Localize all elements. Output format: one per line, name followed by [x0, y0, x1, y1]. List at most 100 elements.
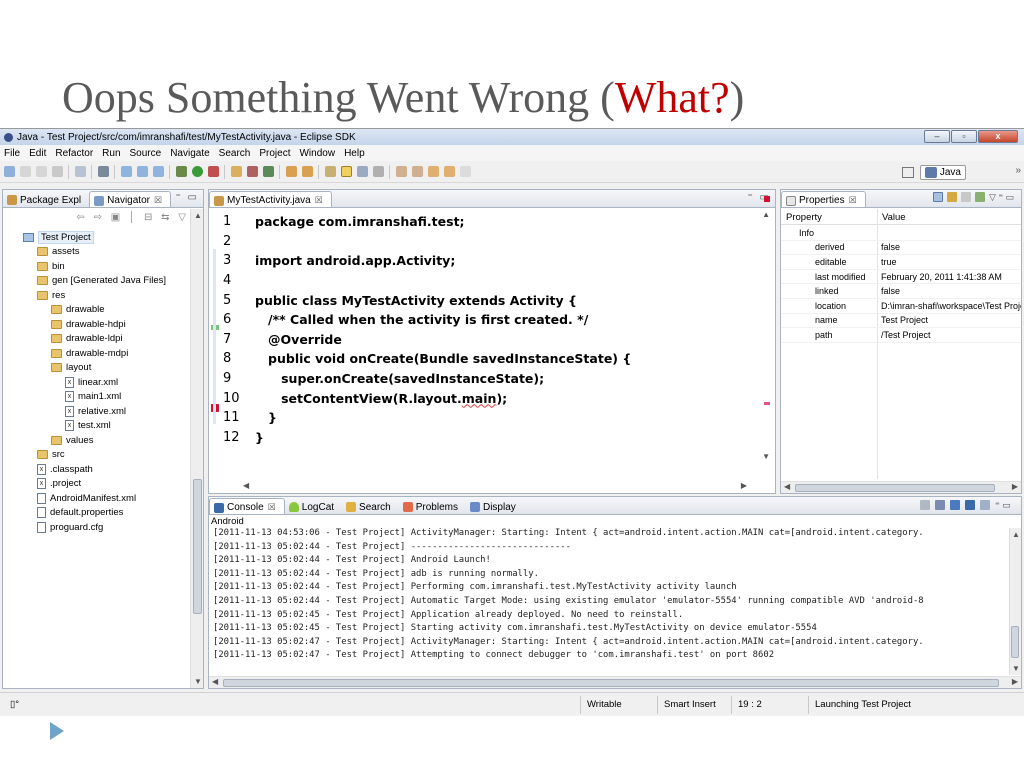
tree-item[interactable]: x test.xml	[3, 419, 189, 434]
scroll-thumb[interactable]	[1011, 626, 1019, 658]
view-menu-icon[interactable]: ▽ ⁼ ▭	[989, 192, 1017, 202]
scroll-up-icon[interactable]: ▲	[1012, 530, 1020, 539]
menu-source[interactable]: Source	[130, 148, 162, 159]
menu-project[interactable]: Project	[259, 148, 290, 159]
toggle-mark-occurrences-icon[interactable]	[325, 166, 336, 177]
tree-item[interactable]: src	[3, 448, 189, 463]
scroll-down-icon[interactable]: ▼	[1012, 664, 1020, 673]
code-area[interactable]: 1 package com.imranshafi.test; 2 3 import an…	[223, 212, 755, 447]
restore-button[interactable]: ▫	[951, 130, 977, 143]
advanced-icon[interactable]	[961, 192, 971, 202]
android-sdk-icon[interactable]	[98, 166, 109, 177]
close-icon[interactable]: ☒	[849, 195, 857, 206]
tree-item[interactable]: bin	[3, 259, 189, 274]
navigator-toolbar[interactable]: ⇦ ⇨ ▣ │ ⊟ ⇆ ▽	[76, 212, 189, 223]
tab-search[interactable]: Search	[342, 498, 399, 514]
code-line[interactable]: 1 package com.imranshafi.test;	[223, 212, 755, 232]
property-row[interactable]: last modified February 20, 2011 1:41:38 A…	[781, 270, 1021, 285]
menu-run[interactable]: Run	[102, 148, 120, 159]
filter-icon[interactable]	[947, 192, 957, 202]
run-icon[interactable]	[192, 166, 203, 177]
tree-item[interactable]: drawable	[3, 303, 189, 318]
tree-item[interactable]: drawable-mdpi	[3, 346, 189, 361]
code-line[interactable]: 6 /** Called when the activity is first …	[223, 310, 755, 330]
property-row[interactable]: path/Test Project	[781, 328, 1021, 343]
pencil-icon[interactable]	[302, 166, 313, 177]
scroll-thumb[interactable]	[795, 484, 995, 492]
tab-editor-file[interactable]: MyTestActivity.java ☒	[209, 191, 332, 207]
prev-annotation-icon[interactable]	[412, 166, 423, 177]
scroll-left-icon[interactable]: ◀	[784, 482, 790, 491]
scroll-thumb[interactable]	[223, 679, 999, 687]
tab-package-explorer[interactable]: Package Expl	[3, 191, 89, 207]
toggle-highlight-icon[interactable]	[341, 166, 352, 177]
tree-item[interactable]: Test Project	[3, 230, 189, 245]
close-icon[interactable]: ☒	[268, 502, 276, 513]
menu-navigate[interactable]: Navigate	[170, 148, 209, 159]
code-line[interactable]: 8 public void onCreate(Bundle savedInsta…	[223, 349, 755, 369]
column-header-value[interactable]: Value	[877, 209, 911, 224]
console-vscrollbar[interactable]: ▲ ▼	[1009, 528, 1021, 675]
build-icon[interactable]	[75, 166, 86, 177]
scroll-up-icon[interactable]: ▲	[762, 210, 770, 219]
console-output[interactable]: [2011-11-13 04:53:06 - Test Project] Act…	[213, 528, 1003, 664]
tab-navigator[interactable]: Navigator ☒	[89, 191, 172, 207]
block-selection-icon[interactable]	[357, 166, 368, 177]
tree-item[interactable]: x linear.xml	[3, 375, 189, 390]
panel-minmax[interactable]: ⁼ ▭	[175, 192, 199, 203]
property-row[interactable]: location D:\imran-shafi\workspace\Test Pr…	[781, 299, 1021, 314]
menu-refactor[interactable]: Refactor	[55, 148, 93, 159]
editor-hscrollbar[interactable]: ◀ ▶	[223, 481, 757, 493]
new-package-icon[interactable]	[137, 166, 148, 177]
back-icon[interactable]	[444, 166, 455, 177]
scroll-thumb[interactable]	[193, 479, 202, 614]
panel-minmax[interactable]: ⁼ ▭	[995, 500, 1017, 510]
tab-problems[interactable]: Problems	[399, 498, 466, 514]
properties-hscrollbar[interactable]: ◀ ▶	[781, 481, 1021, 493]
error-token[interactable]: main	[462, 391, 497, 406]
code-line[interactable]: 3 import android.app.Activity;	[223, 251, 755, 271]
new-icon[interactable]	[4, 166, 15, 177]
print-icon[interactable]	[52, 166, 63, 177]
perspective-java-button[interactable]: Java	[919, 165, 966, 180]
tree-item[interactable]: proguard.cfg	[3, 520, 189, 535]
tree-item[interactable]: assets	[3, 245, 189, 260]
tree-item[interactable]: x .project	[3, 477, 189, 492]
status-progress[interactable]: Launching Test Project	[815, 699, 911, 710]
toolbar-overflow[interactable]: »	[1015, 165, 1021, 176]
open-type-icon[interactable]	[231, 166, 242, 177]
console-hscrollbar[interactable]: ◀ ▶	[209, 676, 1021, 688]
property-row[interactable]: derived false	[781, 241, 1021, 256]
tree-item[interactable]: x relative.xml	[3, 404, 189, 419]
last-edit-icon[interactable]	[428, 166, 439, 177]
code-line[interactable]: 12}	[223, 428, 755, 448]
property-row[interactable]: editable true	[781, 255, 1021, 270]
tree-item[interactable]: x main1.xml	[3, 390, 189, 405]
property-row[interactable]: name Test Project	[781, 314, 1021, 329]
minimize-button[interactable]: –	[924, 130, 950, 143]
debug-icon[interactable]	[176, 166, 187, 177]
scroll-left-icon[interactable]: ◀	[212, 677, 218, 686]
close-icon[interactable]: ☒	[154, 195, 162, 206]
code-line[interactable]: 4	[223, 271, 755, 291]
status-left[interactable]: ▯°	[10, 699, 19, 710]
column-header-property[interactable]: Property	[781, 209, 877, 224]
property-row[interactable]: Info	[781, 226, 1021, 241]
menu-window[interactable]: Window	[299, 148, 335, 159]
tree-item[interactable]: x .classpath	[3, 462, 189, 477]
tab-logcat[interactable]: LogCat	[285, 498, 342, 514]
tree-item[interactable]: drawable-hdpi	[3, 317, 189, 332]
open-perspective-icon[interactable]	[902, 167, 914, 178]
code-line[interactable]: 5 public class MyTestActivity extends Act…	[223, 290, 755, 310]
code-line[interactable]: 11 }	[223, 408, 755, 428]
search-tool-icon[interactable]	[263, 166, 274, 177]
close-icon[interactable]: ☒	[315, 195, 323, 206]
external-tools-icon[interactable]	[208, 166, 219, 177]
tree-item[interactable]: res	[3, 288, 189, 303]
forward-icon[interactable]	[460, 166, 471, 177]
tree-item[interactable]: gen [Generated Java Files]	[3, 274, 189, 289]
scroll-down-icon[interactable]: ▼	[194, 677, 202, 686]
next-annotation-icon[interactable]	[396, 166, 407, 177]
tab-properties[interactable]: Properties ☒	[781, 191, 866, 207]
new-class-icon[interactable]	[153, 166, 164, 177]
